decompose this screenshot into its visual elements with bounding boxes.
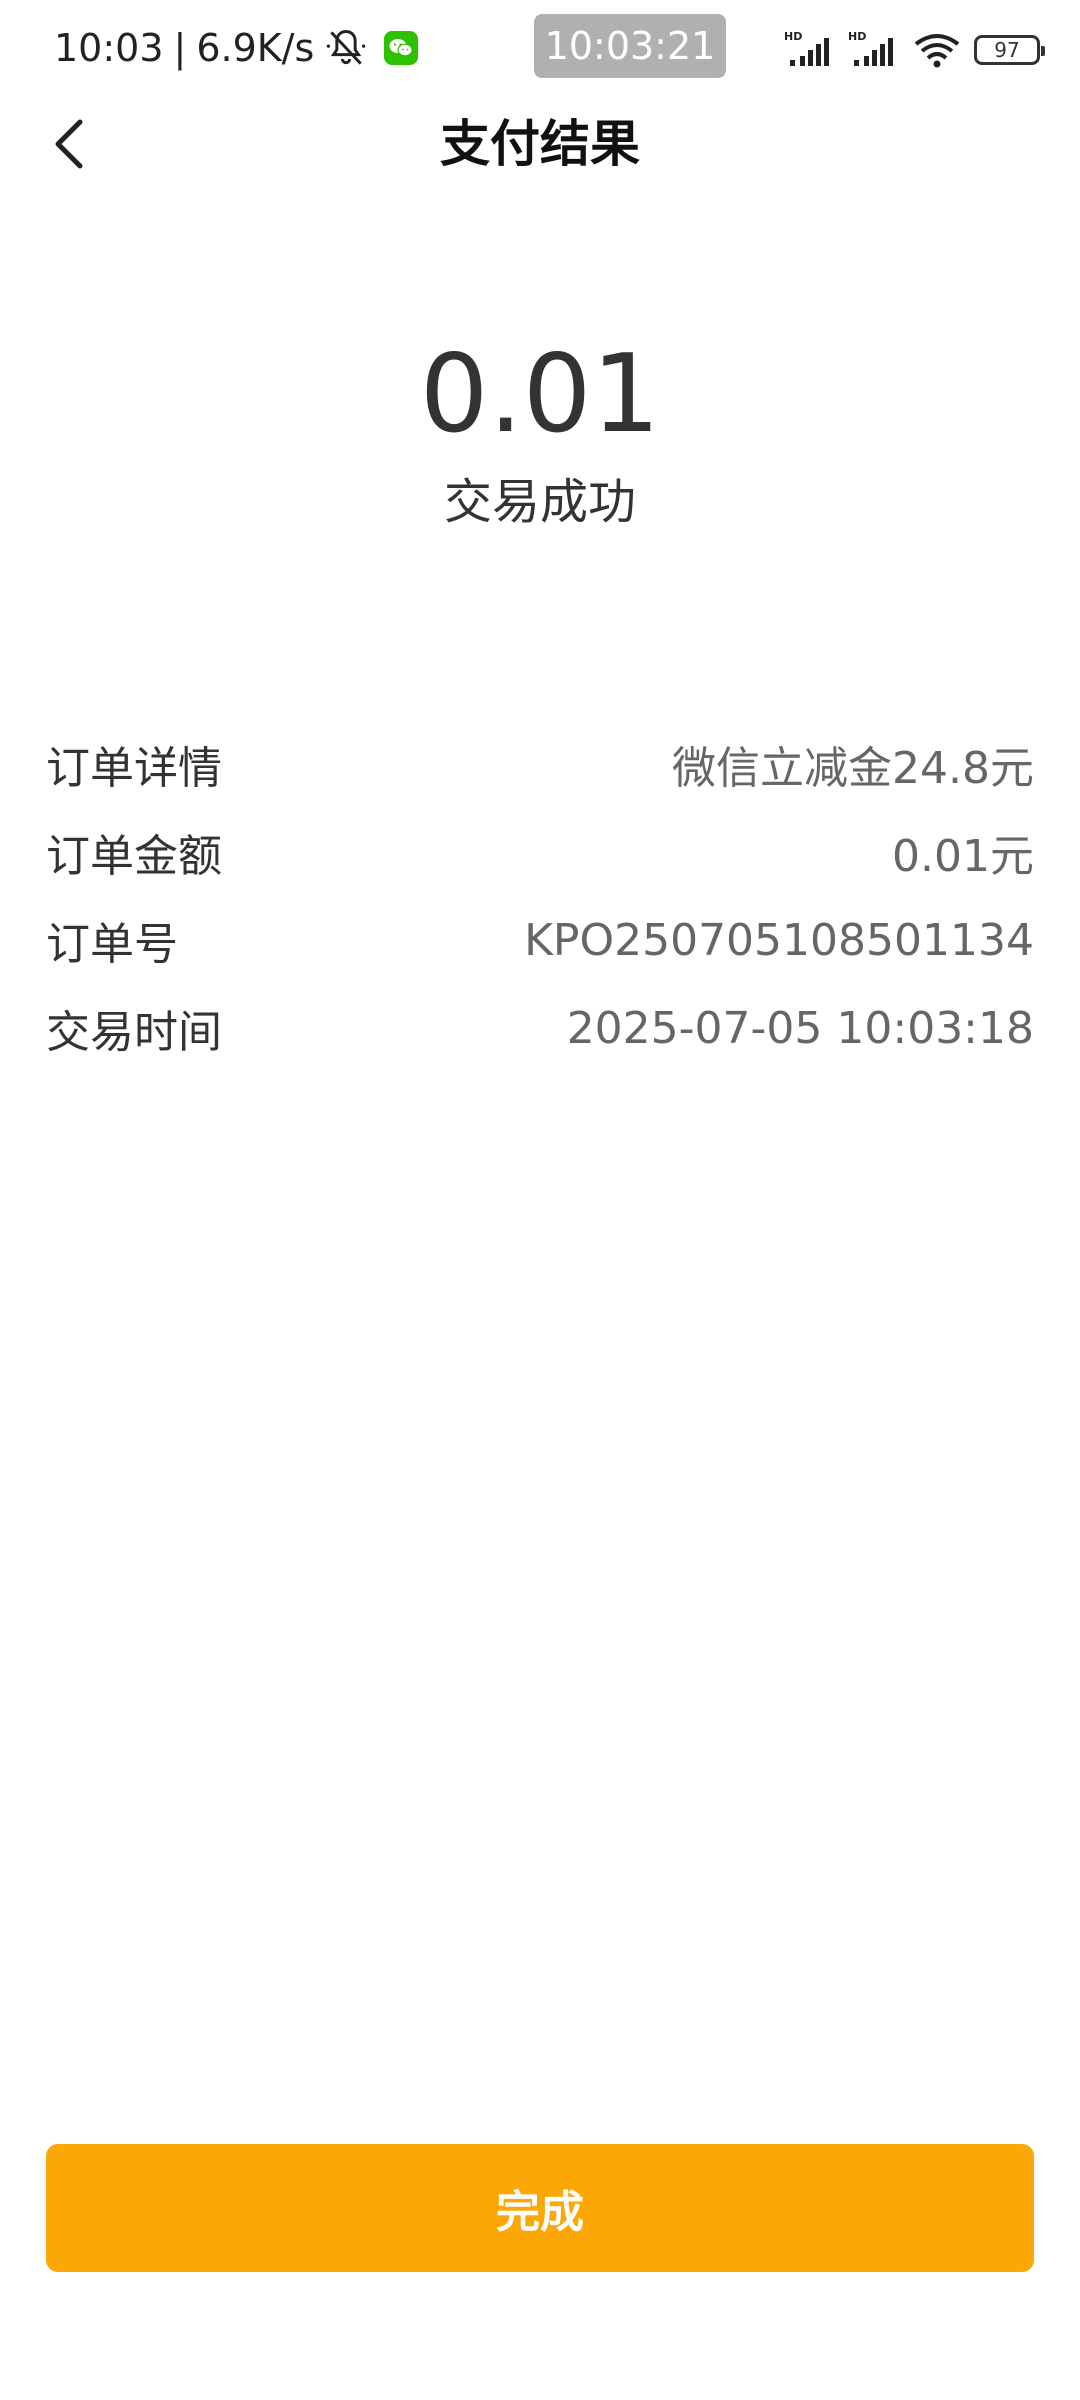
signal-icon: HD xyxy=(848,30,893,66)
order-details: 订单详情 微信立减金24.8元 订单金额 0.01元 订单号 KPO250705… xyxy=(46,720,1034,1072)
signal-icon: HD xyxy=(784,30,829,66)
signal-2-label: HD xyxy=(848,30,866,43)
detail-row-transaction-time: 交易时间 2025-07-05 10:03:18 xyxy=(46,984,1034,1072)
page-title: 支付结果 xyxy=(440,115,640,173)
status-bar: 10:03 | 6.9K/s 10:03:21 HD HD 97 xyxy=(0,0,1080,96)
payment-amount: 0.01 xyxy=(419,332,661,457)
detail-label: 订单详情 xyxy=(46,743,222,794)
detail-value: 微信立减金24.8元 xyxy=(672,743,1034,794)
battery-level: 97 xyxy=(994,38,1020,62)
done-button[interactable]: 完成 xyxy=(46,2144,1034,2272)
wifi-icon xyxy=(914,34,960,68)
clock-overlay: 10:03:21 xyxy=(534,14,726,78)
detail-label: 订单金额 xyxy=(46,831,222,882)
detail-value: KPO250705108501134 xyxy=(524,914,1034,966)
detail-value: 2025-07-05 10:03:18 xyxy=(566,1002,1034,1054)
detail-label: 订单号 xyxy=(46,919,178,970)
status-time: 10:03 xyxy=(54,26,164,70)
network-speed: 6.9K/s xyxy=(196,26,315,70)
status-separator: | xyxy=(173,26,187,70)
wechat-icon xyxy=(384,31,419,65)
detail-row-order-details: 订单详情 微信立减金24.8元 xyxy=(46,720,1034,808)
signal-1-label: HD xyxy=(784,30,802,43)
detail-row-order-amount: 订单金额 0.01元 xyxy=(46,808,1034,896)
detail-label: 交易时间 xyxy=(46,1007,222,1058)
status-bar-left: 10:03 | 6.9K/s xyxy=(54,22,419,74)
detail-row-order-number: 订单号 KPO250705108501134 xyxy=(46,896,1034,984)
mute-bell-icon xyxy=(327,30,366,65)
result-status: 交易成功 xyxy=(443,474,636,530)
detail-value: 0.01元 xyxy=(892,831,1034,882)
battery-icon: 97 xyxy=(974,35,1045,65)
header: 支付结果 xyxy=(0,96,1080,192)
status-bar-right: HD HD 97 xyxy=(784,24,1045,76)
